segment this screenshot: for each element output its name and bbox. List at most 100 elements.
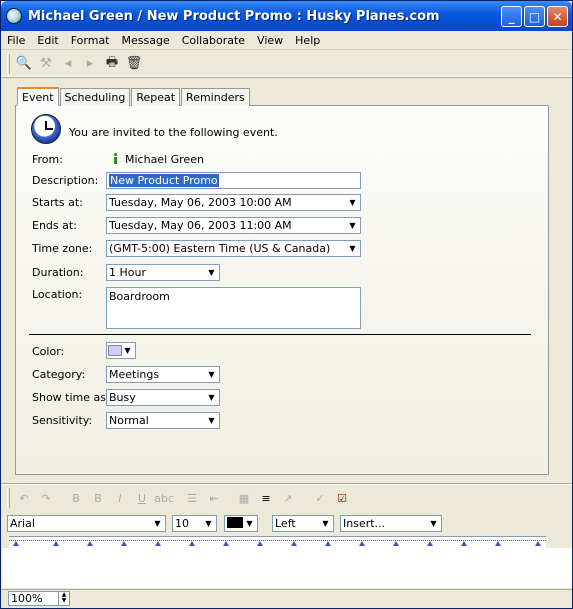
dropdown-arrow-icon[interactable]: ▼ [427,517,440,530]
dropdown-arrow-icon[interactable]: ▼ [121,344,134,357]
description-field[interactable]: New Product Promo [106,172,361,189]
align-icon[interactable]: ≡ [255,487,277,509]
tab-stop[interactable] [291,541,297,546]
insert-select[interactable]: Insert... ▼ [340,515,442,532]
duration-value: 1 Hour [109,266,146,279]
timezone-label: Time zone: [32,242,93,255]
title-bar: Michael Green / New Product Promo : Husk… [1,1,572,31]
toolbar-grip[interactable] [7,53,10,74]
message-body[interactable] [2,548,572,588]
dropdown-arrow-icon[interactable]: ▼ [205,391,218,404]
tab-stop[interactable] [87,541,93,546]
check-icon[interactable]: ☑ [331,487,353,509]
redo-icon[interactable]: ↷ [35,487,57,509]
tab-scheduling[interactable]: Scheduling [59,88,131,106]
delete-icon[interactable]: 🗑 [123,53,145,75]
italic-icon[interactable]: I [109,487,131,509]
dropdown-arrow-icon[interactable]: ▼ [205,266,218,279]
insert-table-icon[interactable]: ▦ [233,487,255,509]
ruler[interactable] [9,536,546,548]
menu-file[interactable]: File [1,31,31,50]
menu-message[interactable]: Message [116,31,176,50]
align-select[interactable]: Left ▼ [272,515,334,532]
zoom-select[interactable]: 100% ▲ ▼ [8,591,70,606]
divider [29,334,531,335]
menu-collaborate[interactable]: Collaborate [176,31,251,50]
zoom-spinner[interactable]: ▲ ▼ [58,592,69,605]
description-label: Description: [32,174,99,187]
app-icon[interactable] [6,8,22,24]
tab-stop[interactable] [155,541,161,546]
dropdown-arrow-icon[interactable]: ▼ [243,517,256,530]
dropdown-arrow-icon[interactable]: ▼ [151,517,164,530]
tab-stop[interactable] [393,541,399,546]
font-color-select[interactable]: ▼ [224,515,258,532]
font-select[interactable]: Arial ▼ [7,515,166,532]
starts-label: Starts at: [32,196,83,209]
dropdown-arrow-icon[interactable]: ▼ [205,368,218,381]
link-icon[interactable]: ↗ [277,487,299,509]
ends-select[interactable]: Tuesday, May 06, 2003 11:00 AM ▼ [106,217,361,234]
window-title: Michael Green / New Product Promo : Husk… [28,8,440,24]
find-icon[interactable]: 🔍 [13,53,35,75]
from-value[interactable]: Michael Green [125,153,204,166]
tab-stop[interactable] [325,541,331,546]
indent-icon[interactable]: ⇤ [203,487,225,509]
menu-edit[interactable]: Edit [31,31,64,50]
tab-stop[interactable] [359,541,365,546]
tab-stop[interactable] [223,541,229,546]
undo-icon[interactable]: ↶ [13,487,35,509]
sensitivity-select[interactable]: Normal ▼ [106,412,220,429]
size-value: 10 [175,517,189,530]
showtime-select[interactable]: Busy ▼ [106,389,220,406]
previous-icon[interactable]: ◂ [57,53,79,75]
bullet-list-icon[interactable]: ☰ [181,487,203,509]
timezone-select[interactable]: (GMT-5:00) Eastern Time (US & Canada) ▼ [106,240,361,257]
dropdown-arrow-icon[interactable]: ▼ [205,414,218,427]
tab-reminders[interactable]: Reminders [181,88,250,106]
underline-icon[interactable]: U [131,487,153,509]
tab-stop[interactable] [257,541,263,546]
location-field[interactable]: Boardroom [106,287,361,329]
tab-stop[interactable] [189,541,195,546]
dropdown-arrow-icon[interactable]: ▼ [346,242,359,255]
align-value: Left [275,517,296,530]
duration-select[interactable]: 1 Hour ▼ [106,264,220,281]
minimize-button[interactable]: _ [501,6,522,27]
window: Michael Green / New Product Promo : Husk… [0,0,573,609]
strikethrough-icon[interactable]: abc [153,487,175,509]
tab-repeat[interactable]: Repeat [131,88,181,106]
dropdown-arrow-icon[interactable]: ▼ [319,517,332,530]
description-value: New Product Promo [109,174,219,187]
tab-stop[interactable] [461,541,467,546]
toolbar-grip[interactable] [7,488,10,508]
menu-view[interactable]: View [251,31,289,50]
right-margin-marker[interactable] [535,541,541,546]
menu-help[interactable]: Help [289,31,326,50]
duration-label: Duration: [32,266,84,279]
tab-stop[interactable] [495,541,501,546]
spell-check-icon[interactable]: ✓ [309,487,331,509]
bold-icon[interactable]: B [65,487,87,509]
left-margin-marker[interactable] [13,541,19,546]
size-select[interactable]: 10 ▼ [172,515,217,532]
invite-text: You are invited to the following event. [69,126,278,139]
tab-stop[interactable] [53,541,59,546]
print-icon[interactable]: 🖶 [101,53,123,75]
tab-stop[interactable] [427,541,433,546]
close-button[interactable]: ✕ [547,6,568,27]
dropdown-arrow-icon[interactable]: ▼ [202,517,215,530]
next-icon[interactable]: ▸ [79,53,101,75]
menu-format[interactable]: Format [65,31,116,50]
clock-icon [31,114,61,144]
starts-select[interactable]: Tuesday, May 06, 2003 10:00 AM ▼ [106,194,361,211]
maximize-button[interactable]: □ [524,6,545,27]
bold-alt-icon[interactable]: B [87,487,109,509]
dropdown-arrow-icon[interactable]: ▼ [346,196,359,209]
dropdown-arrow-icon[interactable]: ▼ [346,219,359,232]
address-book-icon[interactable]: ⚒ [35,53,57,75]
category-select[interactable]: Meetings ▼ [106,366,220,383]
tab-event[interactable]: Event [17,87,59,106]
starts-value: Tuesday, May 06, 2003 10:00 AM [109,196,292,209]
tab-stop[interactable] [121,541,127,546]
